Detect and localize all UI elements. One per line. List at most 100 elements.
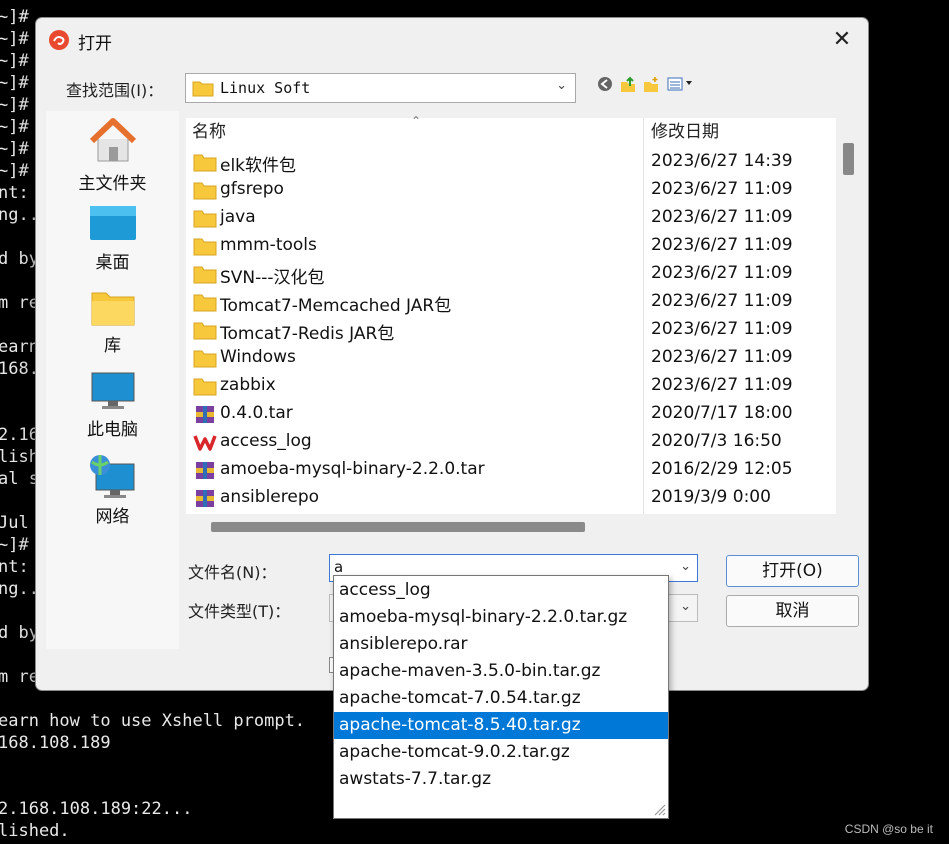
open-button[interactable]: 打开(O) (726, 555, 859, 587)
scroll-thumb[interactable] (843, 143, 854, 175)
file-date: 2023/6/27 11:09 (651, 347, 793, 367)
home-icon (89, 118, 136, 162)
place-label: 此电脑 (87, 420, 138, 440)
suggestion-item[interactable]: awstats-7.7.tar.gz (334, 766, 668, 793)
terminal-line: earn (0, 337, 39, 357)
file-row[interactable]: zabbix 2023/6/27 11:09 (186, 372, 836, 400)
archive-icon (196, 490, 214, 507)
look-in-label: 查找范围(I)： (66, 81, 164, 100)
terminal-line: earn how to use Xshell prompt. (0, 711, 306, 731)
file-row[interactable]: 0.4.0.tar 2020/7/17 18:00 (186, 400, 836, 428)
file-name: Windows (220, 347, 296, 367)
suggestion-label: awstats-7.7.tar.gz (339, 769, 491, 789)
suggestion-item[interactable]: access_log (334, 577, 668, 604)
terminal-line: 2.168.108.189:22... (0, 799, 193, 819)
desktop-icon (89, 206, 136, 240)
place-network[interactable]: 网络 (46, 454, 179, 538)
folder-icon (193, 350, 217, 368)
suggestion-label: ansiblerepo.rar (339, 634, 468, 654)
file-name: Tomcat7-Memcached JAR包 (220, 296, 452, 316)
terminal-line: nt: (0, 183, 29, 203)
terminal-line: nt: (0, 557, 29, 577)
file-name: SVN---汉化包 (220, 268, 325, 288)
file-row[interactable]: access_log 2020/7/3 16:50 (186, 428, 836, 456)
title-bar[interactable]: 打开 ✕ (36, 18, 868, 62)
suggestion-item[interactable]: ansiblerepo.rar (334, 631, 668, 658)
file-name: amoeba-mysql-binary-2.2.0.tar (220, 459, 485, 479)
close-button[interactable]: ✕ (824, 22, 860, 58)
file-name: zabbix (220, 375, 276, 395)
file-row[interactable]: Windows 2023/6/27 11:09 (186, 344, 836, 372)
file-list[interactable]: ⌃ 名称 修改日期 elk软件包 2023/6/27 14:39 gfsrepo 20… (186, 114, 836, 514)
network-icon (89, 455, 134, 498)
file-row[interactable]: gfsrepo 2023/6/27 11:09 (186, 176, 836, 204)
file-date: 2023/6/27 11:09 (651, 235, 793, 255)
terminal-line: d by (0, 623, 39, 643)
suggestion-item[interactable]: apache-tomcat-7.0.54.tar.gz (334, 685, 668, 712)
suggestion-item[interactable]: apache-tomcat-9.0.2.tar.gz (334, 739, 668, 766)
place-this-pc[interactable]: 此电脑 (46, 371, 179, 451)
terminal-line: d by (0, 249, 39, 269)
column-header-name[interactable]: 名称 (192, 118, 226, 146)
cancel-button[interactable]: 取消 (726, 595, 859, 627)
file-name: java (220, 207, 256, 227)
chevron-down-icon: ⌄ (680, 599, 691, 614)
terminal-line: 168. (0, 359, 39, 379)
file-date: 2023/6/27 11:09 (651, 179, 793, 199)
horizontal-scrollbar-thumb[interactable] (211, 522, 585, 532)
archive-icon (196, 406, 214, 423)
folder-icon (193, 266, 217, 284)
suggestion-item[interactable]: apache-maven-3.5.0-bin.tar.gz (334, 658, 668, 685)
suggestion-label: apache-maven-3.5.0-bin.tar.gz (339, 661, 601, 681)
file-type-label: 文件类型(T)： (188, 602, 291, 621)
file-row[interactable]: java 2023/6/27 11:09 (186, 204, 836, 232)
suggestion-item[interactable]: amoeba-mysql-binary-2.2.0.tar.gz (334, 604, 668, 631)
file-name: Tomcat7-Redis JAR包 (220, 324, 395, 344)
folder-icon (192, 81, 214, 97)
place-library[interactable]: 库 (46, 287, 179, 367)
suggestion-item[interactable]: apache-tomcat-8.5.40.tar.gz (334, 712, 668, 739)
file-row[interactable]: SVN---汉化包 2023/6/27 11:09 (186, 260, 836, 288)
folder-icon (193, 154, 217, 172)
autocomplete-dropdown: access_log amoeba-mysql-binary-2.2.0.tar.… (333, 575, 669, 819)
chevron-down-icon[interactable]: ⌄ (680, 559, 691, 574)
place-home[interactable]: 主文件夹 (46, 117, 179, 197)
folder-icon (193, 210, 217, 228)
file-row[interactable]: amoeba-mysql-binary-2.2.0.tar 2016/2/29 1… (186, 456, 836, 484)
file-name: 0.4.0.tar (220, 403, 293, 423)
close-icon: ✕ (832, 27, 852, 52)
file-date: 2020/7/3 16:50 (651, 431, 782, 451)
place-desktop[interactable]: 桌面 (46, 204, 179, 282)
archive-icon (196, 462, 214, 479)
look-in-select[interactable]: Linux Soft ⌄ (185, 73, 576, 103)
resize-grip-icon[interactable] (650, 800, 666, 816)
file-row[interactable]: Tomcat7-Memcached JAR包 2023/6/27 11:09 (186, 288, 836, 316)
file-date: 2023/6/27 11:09 (651, 207, 793, 227)
file-date: 2019/3/9 0:00 (651, 487, 771, 507)
up-folder-icon[interactable] (619, 76, 637, 94)
watermark: CSDN @so be it (844, 822, 933, 836)
places-bar: 主文件夹 桌面 库 此电脑 网络 (46, 111, 179, 649)
file-row[interactable]: ansiblerepo 2019/3/9 0:00 (186, 484, 836, 512)
terminal-line: ~]# (0, 535, 29, 555)
folder-icon (193, 322, 217, 340)
place-label: 桌面 (95, 253, 130, 273)
file-name: mmm-tools (220, 235, 317, 255)
suggestion-label: apache-tomcat-9.0.2.tar.gz (339, 742, 570, 762)
vertical-scrollbar[interactable] (843, 118, 855, 514)
terminal-line: ~]# (0, 117, 29, 137)
file-name: elk软件包 (220, 156, 297, 176)
file-name: access_log (220, 431, 312, 451)
computer-icon (91, 372, 134, 409)
new-folder-icon[interactable] (642, 76, 660, 94)
terminal-line: lished. (0, 821, 70, 841)
terminal-line: al s (0, 469, 39, 489)
file-date: 2023/6/27 11:09 (651, 263, 793, 283)
file-row[interactable]: elk软件包 2023/6/27 14:39 (186, 148, 836, 176)
view-menu-icon[interactable] (667, 76, 699, 92)
file-row[interactable]: mmm-tools 2023/6/27 11:09 (186, 232, 836, 260)
library-icon (91, 292, 134, 326)
back-icon[interactable] (597, 76, 613, 92)
column-header-date[interactable]: 修改日期 (651, 118, 719, 146)
file-row[interactable]: Tomcat7-Redis JAR包 2023/6/27 11:09 (186, 316, 836, 344)
